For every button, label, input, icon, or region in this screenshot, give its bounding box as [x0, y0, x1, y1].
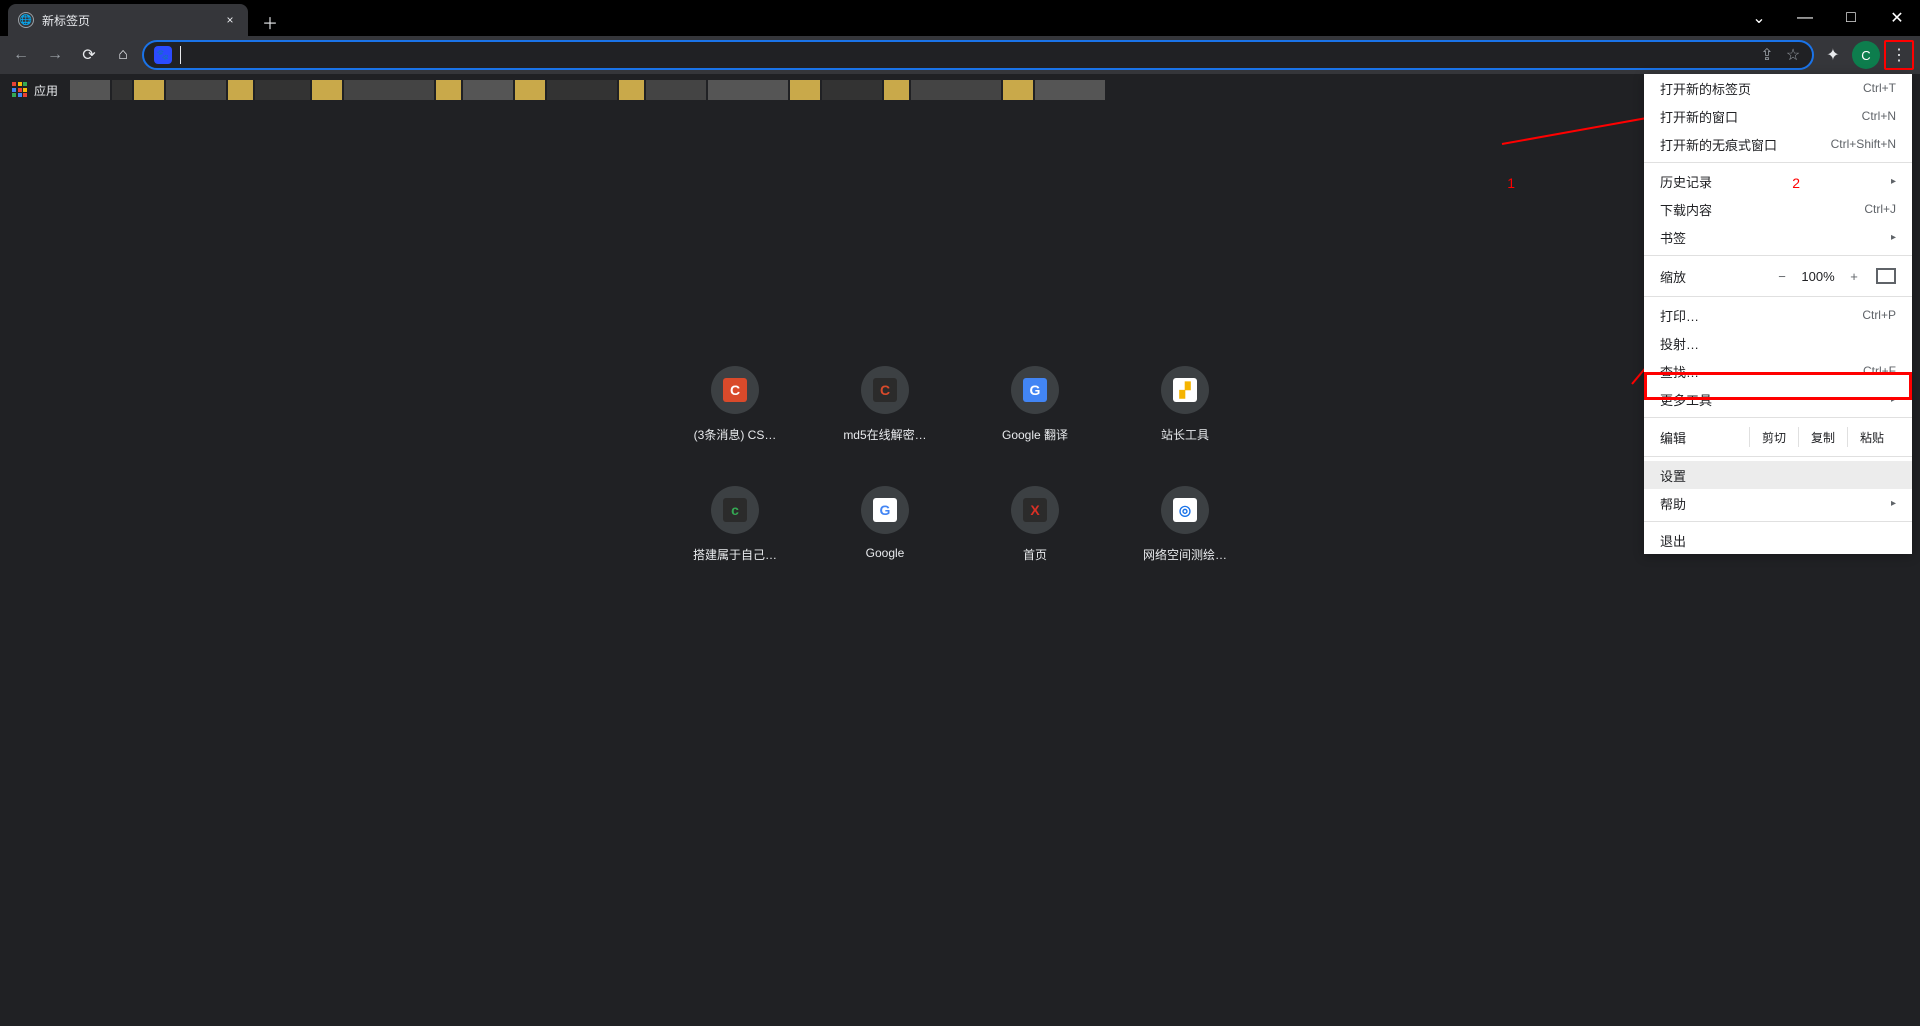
toolbar: ← → ⟳ ⌂ 🐾 ⇪ ☆ ✦ C ⋮	[0, 36, 1920, 74]
shortcut-icon: c	[723, 498, 747, 522]
menu-bookmarks[interactable]: 书签	[1644, 223, 1912, 251]
menu-settings[interactable]: 设置	[1644, 461, 1912, 489]
bookmarks-bar: 应用	[0, 74, 1920, 106]
window-dropdown-icon[interactable]: ⌄	[1736, 0, 1782, 36]
menu-find[interactable]: 查找…Ctrl+F	[1644, 357, 1912, 385]
menu-incognito[interactable]: 打开新的无痕式窗口Ctrl+Shift+N	[1644, 130, 1912, 158]
address-bar[interactable]: 🐾 ⇪ ☆	[142, 40, 1814, 70]
shortcut-icon: C	[873, 378, 897, 402]
tab-strip: 🌐 新标签页 × ＋	[0, 0, 1736, 36]
menu-downloads[interactable]: 下载内容Ctrl+J	[1644, 195, 1912, 223]
new-tab-page: C (3条消息) CS… Cmd5在线解密… G Google 翻译 ▞ 站长工具 c 搭建属于…	[0, 106, 1920, 1026]
text-cursor	[180, 46, 181, 64]
menu-help[interactable]: 帮助	[1644, 489, 1912, 517]
apps-label: 应用	[34, 82, 58, 99]
shortcuts-grid: C (3条消息) CS… Cmd5在线解密… G Google 翻译 ▞ 站长工具 c 搭建属于…	[665, 366, 1255, 596]
home-button[interactable]: ⌂	[108, 40, 138, 70]
menu-exit[interactable]: 退出	[1644, 526, 1912, 554]
shortcut-label: 搭建属于自己…	[693, 546, 777, 563]
extensions-icon[interactable]: ✦	[1818, 40, 1848, 70]
edit-paste[interactable]: 粘贴	[1847, 427, 1896, 447]
share-icon[interactable]: ⇪	[1758, 46, 1776, 64]
menu-zoom: 缩放 − 100% +	[1644, 260, 1912, 292]
bookmarks-items-blurred	[70, 80, 1908, 100]
menu-new-window[interactable]: 打开新的窗口Ctrl+N	[1644, 102, 1912, 130]
zoom-value: 100%	[1796, 269, 1840, 284]
menu-more-tools[interactable]: 更多工具	[1644, 385, 1912, 413]
shortcut-tile[interactable]: C (3条消息) CS…	[665, 366, 805, 476]
edit-cut[interactable]: 剪切	[1749, 427, 1798, 447]
shortcut-icon: G	[873, 498, 897, 522]
back-button[interactable]: ←	[6, 40, 36, 70]
shortcut-icon: C	[723, 378, 747, 402]
shortcut-label: Google 翻译	[1002, 426, 1068, 443]
shortcut-label: md5在线解密…	[843, 426, 926, 443]
zoom-in-button[interactable]: +	[1840, 269, 1868, 284]
shortcut-tile[interactable]: ▞ 站长工具	[1115, 366, 1255, 476]
minimize-button[interactable]: —	[1782, 0, 1828, 36]
maximize-button[interactable]: □	[1828, 0, 1874, 36]
zoom-out-button[interactable]: −	[1768, 269, 1796, 284]
tab-title: 新标签页	[42, 12, 214, 29]
close-window-button[interactable]: ✕	[1874, 0, 1920, 36]
menu-edit: 编辑 剪切 复制 粘贴	[1644, 422, 1912, 452]
shortcut-label: Google	[866, 546, 905, 560]
shortcut-label: 站长工具	[1161, 426, 1209, 443]
menu-history[interactable]: 历史记录	[1644, 167, 1912, 195]
edit-copy[interactable]: 复制	[1798, 427, 1847, 447]
shortcut-label: 网络空间测绘…	[1143, 546, 1227, 563]
browser-tab[interactable]: 🌐 新标签页 ×	[8, 4, 248, 36]
shortcut-tile[interactable]: c 搭建属于自己…	[665, 486, 805, 596]
shortcut-icon: ▞	[1173, 378, 1197, 402]
shortcut-icon: X	[1023, 498, 1047, 522]
menu-new-tab[interactable]: 打开新的标签页Ctrl+T	[1644, 74, 1912, 102]
more-menu-popup: 打开新的标签页Ctrl+T 打开新的窗口Ctrl+N 打开新的无痕式窗口Ctrl…	[1644, 74, 1912, 554]
shortcut-label: (3条消息) CS…	[694, 426, 777, 443]
title-bar: 🌐 新标签页 × ＋ ⌄ — □ ✕	[0, 0, 1920, 36]
shortcut-tile[interactable]: ◎ 网络空间测绘…	[1115, 486, 1255, 596]
apps-button[interactable]: 应用	[12, 82, 58, 99]
shortcut-icon: G	[1023, 378, 1047, 402]
fullscreen-icon[interactable]	[1876, 268, 1896, 284]
reload-button[interactable]: ⟳	[74, 40, 104, 70]
shortcut-tile[interactable]: Cmd5在线解密…	[815, 366, 955, 476]
new-tab-button[interactable]: ＋	[256, 8, 284, 36]
shortcut-label: 首页	[1023, 546, 1047, 563]
menu-cast[interactable]: 投射…	[1644, 329, 1912, 357]
window-controls: ⌄ — □ ✕	[1736, 0, 1920, 36]
shortcut-tile[interactable]: G Google 翻译	[965, 366, 1105, 476]
globe-icon: 🌐	[18, 12, 34, 28]
shortcut-tile[interactable]: G Google	[815, 486, 955, 596]
bookmark-star-icon[interactable]: ☆	[1784, 46, 1802, 64]
forward-button[interactable]: →	[40, 40, 70, 70]
menu-print[interactable]: 打印…Ctrl+P	[1644, 301, 1912, 329]
apps-grid-icon	[12, 82, 28, 98]
shortcut-tile[interactable]: X 首页	[965, 486, 1105, 596]
tab-close-icon[interactable]: ×	[222, 12, 238, 28]
profile-avatar[interactable]: C	[1852, 41, 1880, 69]
site-icon: 🐾	[154, 46, 172, 64]
shortcut-icon: ◎	[1173, 498, 1197, 522]
more-menu-button[interactable]: ⋮	[1884, 40, 1914, 70]
